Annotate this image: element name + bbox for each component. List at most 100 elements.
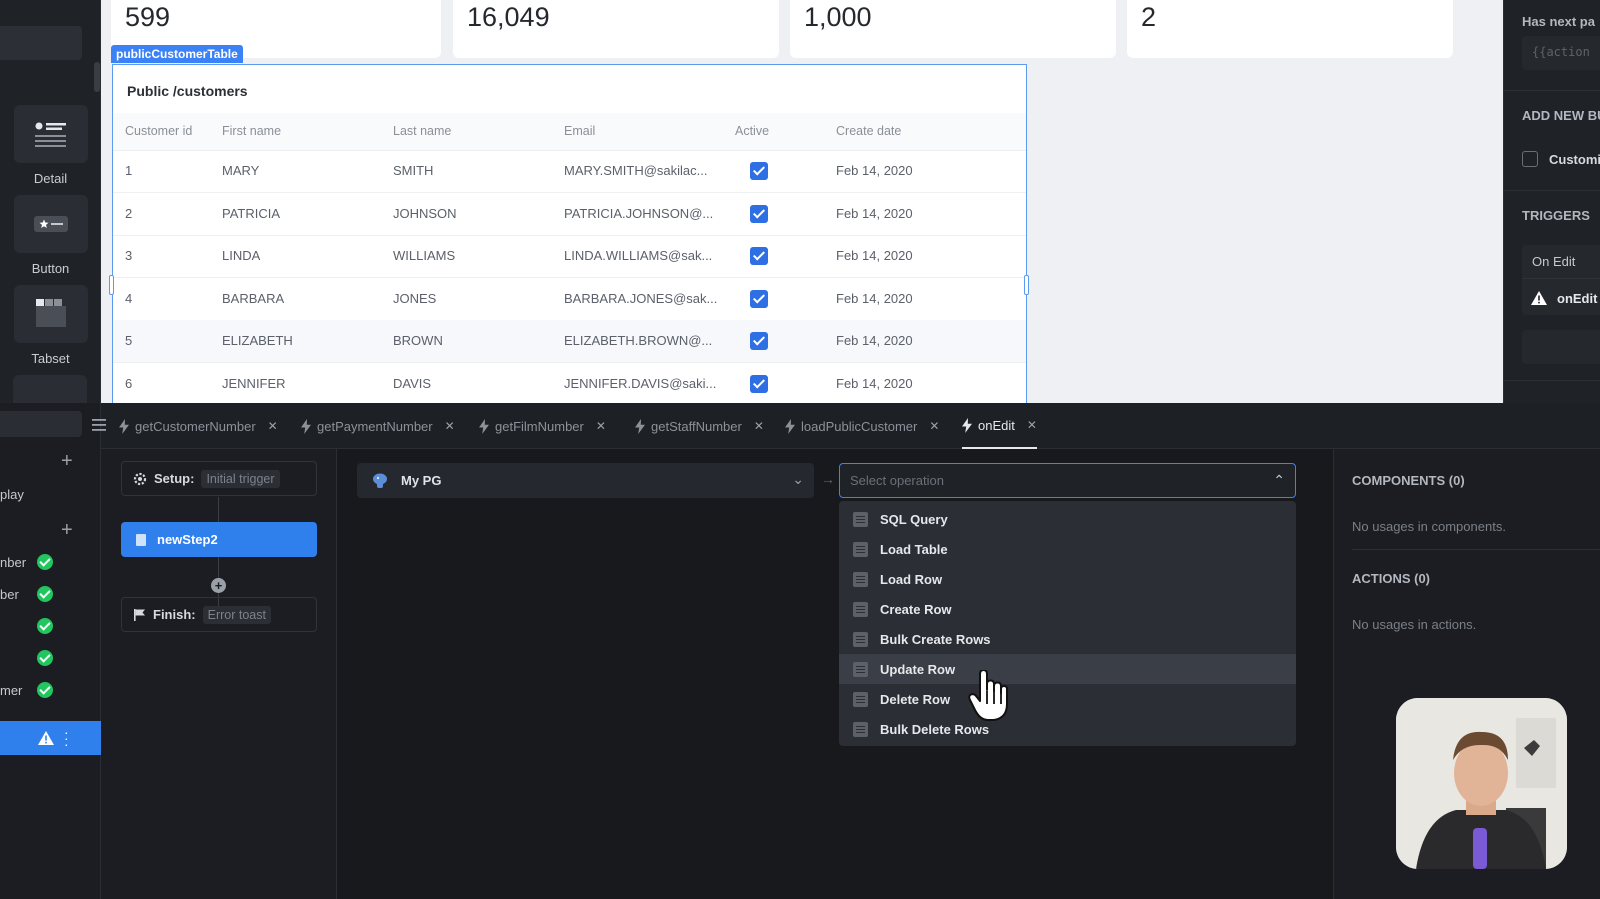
postgres-icon xyxy=(373,473,387,488)
operation-dropdown: SQL Query Load Table Load Row Create Row Bul… xyxy=(839,501,1296,746)
active-checkbox[interactable] xyxy=(750,162,768,180)
query-tab[interactable]: getCustomerNumber ✕ xyxy=(119,403,278,449)
custom-checkbox[interactable] xyxy=(1522,151,1538,167)
query-item[interactable] xyxy=(0,616,101,638)
table-cell: 5 xyxy=(125,333,133,348)
resize-handle-left[interactable] xyxy=(109,275,114,295)
query-item-active[interactable]: · · · xyxy=(0,721,101,755)
column-header[interactable]: Last name xyxy=(393,124,451,138)
close-tab-icon[interactable]: ✕ xyxy=(754,419,764,433)
column-header[interactable]: Create date xyxy=(836,124,901,138)
operation-search-input[interactable] xyxy=(840,464,1260,496)
table-cell: 2 xyxy=(125,206,133,221)
add-step-icon[interactable]: + xyxy=(211,578,226,593)
step-node[interactable]: newStep2 xyxy=(121,522,317,557)
setup-trigger: Initial trigger xyxy=(201,469,280,488)
table-cell: JOHNSON xyxy=(393,206,457,221)
flag-icon xyxy=(134,608,145,621)
table-row[interactable]: 1 MARY SMITH MARY.SMITH@sakilac... Feb 14, 2… xyxy=(113,150,1026,193)
query-tab[interactable]: getFilmNumber ✕ xyxy=(479,403,606,449)
query-tab[interactable]: getPaymentNumber ✕ xyxy=(301,403,455,449)
action-flow-panel: Setup: Initial trigger newStep2 + Finish… xyxy=(101,449,337,899)
table-row[interactable]: 6 JENNIFER DAVIS JENNIFER.DAVIS@saki... Feb … xyxy=(113,363,1026,406)
flow-connector xyxy=(218,497,219,522)
query-tab[interactable]: onEdit ✕ xyxy=(962,403,1037,449)
add-query-icon[interactable]: + xyxy=(61,451,73,471)
operation-label: Load Row xyxy=(880,571,943,587)
close-tab-icon[interactable]: ✕ xyxy=(268,419,278,433)
column-header[interactable]: Active xyxy=(735,124,769,138)
component-button[interactable]: Button xyxy=(0,195,101,276)
finish-label: Finish: xyxy=(153,607,196,622)
query-item[interactable] xyxy=(0,648,101,670)
setup-node[interactable]: Setup: Initial trigger xyxy=(121,461,317,496)
add-trigger-button[interactable] xyxy=(1522,330,1600,364)
query-item[interactable]: mer xyxy=(0,680,101,702)
active-checkbox[interactable] xyxy=(750,290,768,308)
trigger-handler[interactable]: onEdit xyxy=(1557,291,1597,306)
operation-option[interactable]: Bulk Delete Rows xyxy=(839,714,1296,744)
component-name-tag[interactable]: publicCustomerTable xyxy=(111,45,243,63)
success-check-icon xyxy=(37,586,53,602)
has-next-page-input[interactable]: {{action xyxy=(1522,36,1600,70)
active-checkbox[interactable] xyxy=(750,332,768,350)
lightning-icon xyxy=(785,418,795,434)
hand-cursor-icon xyxy=(968,669,1012,727)
query-tab[interactable]: loadPublicCustomer ✕ xyxy=(785,403,939,449)
success-check-icon xyxy=(37,682,53,698)
success-check-icon xyxy=(37,618,53,634)
add-query-icon[interactable]: + xyxy=(61,520,73,540)
operation-option[interactable]: Load Row xyxy=(839,564,1296,594)
component-detail[interactable]: Detail xyxy=(0,105,101,186)
resize-handle-right[interactable] xyxy=(1024,275,1029,295)
active-checkbox[interactable] xyxy=(750,247,768,265)
operation-option[interactable]: Update Row xyxy=(839,654,1296,684)
component-next-partial[interactable] xyxy=(13,375,87,405)
stat-value: 599 xyxy=(125,2,171,32)
table-row[interactable]: 4 BARBARA JONES BARBARA.JONES@sak... Feb 14,… xyxy=(113,278,1026,321)
close-tab-icon[interactable]: ✕ xyxy=(596,419,606,433)
column-header[interactable]: Email xyxy=(564,124,595,138)
active-checkbox[interactable] xyxy=(750,375,768,393)
table-row[interactable]: 5 ELIZABETH BROWN ELIZABETH.BROWN@... Feb 14… xyxy=(113,320,1026,363)
query-item[interactable]: ber xyxy=(0,584,101,606)
app-root: Detail Button Tabset 599 16,049 1,000 2 … xyxy=(0,0,1600,899)
active-checkbox[interactable] xyxy=(750,205,768,223)
table-row[interactable]: 3 LINDA WILLIAMS LINDA.WILLIAMS@sak... Feb 1… xyxy=(113,235,1026,278)
operation-option[interactable]: SQL Query xyxy=(839,504,1296,534)
component-tabset[interactable]: Tabset xyxy=(0,285,101,366)
close-tab-icon[interactable]: ✕ xyxy=(929,419,939,433)
table-operation-icon xyxy=(853,631,868,647)
finish-node[interactable]: Finish: Error toast xyxy=(121,597,317,632)
column-header[interactable]: Customer id xyxy=(125,124,192,138)
table-operation-icon xyxy=(853,511,868,527)
table-cell: PATRICIA.JOHNSON@... xyxy=(564,206,714,221)
close-tab-icon[interactable]: ✕ xyxy=(445,419,455,433)
palette-search[interactable] xyxy=(0,26,82,60)
operation-option[interactable]: Create Row xyxy=(839,594,1296,624)
lightning-icon xyxy=(635,418,645,434)
table-cell: WILLIAMS xyxy=(393,248,456,263)
table-cell: 1 xyxy=(125,163,133,178)
operation-select[interactable]: ⌃ xyxy=(839,463,1296,498)
column-header[interactable]: First name xyxy=(222,124,281,138)
menu-icon[interactable] xyxy=(91,417,107,438)
detail-icon xyxy=(13,105,88,163)
operation-option[interactable]: Load Table xyxy=(839,534,1296,564)
query-tab[interactable]: getStaffNumber ✕ xyxy=(635,403,764,449)
warning-icon xyxy=(1530,290,1548,311)
datasource-select[interactable]: My PG ⌄ xyxy=(357,463,814,498)
operation-option[interactable]: Delete Row xyxy=(839,684,1296,714)
table-cell: Feb 14, 2020 xyxy=(836,206,913,221)
operation-option[interactable]: Bulk Create Rows xyxy=(839,624,1296,654)
palette-scrollbar[interactable] xyxy=(94,62,100,92)
close-tab-icon[interactable]: ✕ xyxy=(1027,418,1037,432)
query-item[interactable]: nber xyxy=(0,552,101,574)
more-icon[interactable]: · · · xyxy=(64,725,69,751)
table-header: Customer id First name Last name Email A… xyxy=(113,113,1026,151)
stat-value: 16,049 xyxy=(467,2,550,32)
table-row[interactable]: 2 PATRICIA JOHNSON PATRICIA.JOHNSON@... Feb … xyxy=(113,193,1026,236)
query-tab-bar: getCustomerNumber ✕ getPaymentNumber ✕ getFi… xyxy=(92,403,1600,449)
query-search[interactable] xyxy=(0,411,82,437)
customer-table[interactable]: Public /customers Customer id First name… xyxy=(112,64,1027,409)
